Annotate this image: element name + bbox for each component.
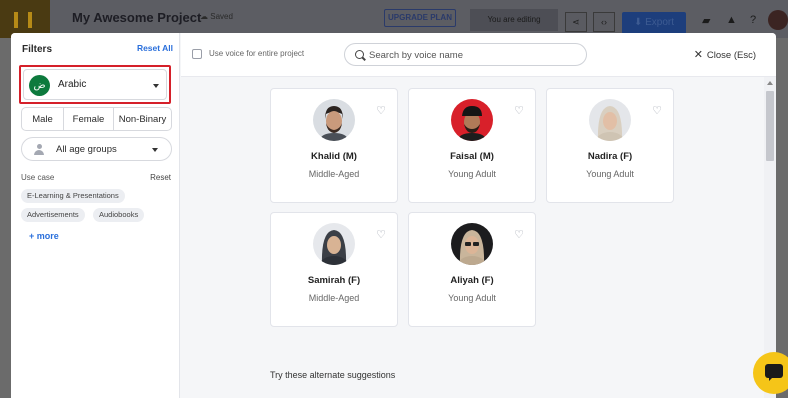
voice-age: Young Adult	[586, 169, 634, 179]
use-case-reset-button[interactable]: Reset	[150, 173, 171, 182]
voice-avatar-samirah	[313, 223, 355, 265]
voice-age: Middle-Aged	[308, 169, 360, 179]
entire-project-label: Use voice for entire project	[209, 49, 305, 58]
reset-all-button[interactable]: Reset All	[137, 43, 173, 53]
saved-status: ☁ Saved	[200, 12, 233, 21]
user-avatar	[768, 10, 788, 30]
entire-project-checkbox[interactable]	[192, 49, 202, 59]
person-icon	[34, 144, 44, 155]
gender-male-button[interactable]: Male	[22, 108, 64, 130]
bell-icon: ▲	[726, 14, 737, 26]
voice-search-input[interactable]	[369, 47, 579, 63]
voice-card[interactable]: ♡ Faisal (M) Young Adult	[408, 88, 536, 203]
comment-icon: ▰	[702, 15, 711, 27]
voice-name: Samirah (F)	[307, 275, 361, 286]
voice-age: Young Adult	[448, 293, 496, 303]
chevron-down-icon	[153, 84, 159, 88]
close-button[interactable]: ✕ Close (Esc)	[694, 48, 756, 61]
scroll-up-arrow-icon[interactable]	[767, 81, 773, 85]
voice-name: Nadira (F)	[587, 151, 633, 162]
search-icon	[355, 50, 364, 59]
saved-label: Saved	[210, 12, 233, 21]
export-label: Export	[645, 17, 675, 28]
use-case-chip[interactable]: Audiobooks	[93, 208, 145, 222]
favorite-heart-icon[interactable]: ♡	[514, 228, 524, 241]
upgrade-plan-button: UPGRADE PLAN	[384, 9, 456, 27]
alternate-suggestions-heading: Try these alternate suggestions	[270, 370, 396, 380]
chat-support-button[interactable]	[753, 352, 788, 394]
age-group-select[interactable]: All age groups	[21, 137, 172, 161]
results-header: Use voice for entire project ✕Close (Esc…	[181, 33, 776, 77]
voice-age: Young Adult	[448, 169, 496, 179]
arabic-flag-icon: ض	[29, 75, 50, 96]
scrollbar-thumb[interactable]	[766, 91, 774, 161]
chat-bubble-icon	[765, 364, 783, 381]
gender-female-button[interactable]: Female	[64, 108, 114, 130]
help-icon: ?	[750, 14, 757, 26]
editing-status: You are editing	[470, 9, 558, 31]
language-label: Arabic	[58, 79, 87, 90]
more-use-cases-link[interactable]: + more	[29, 231, 59, 241]
voice-avatar-nadira	[589, 99, 631, 141]
voice-avatar-aliyah	[451, 223, 493, 265]
voice-name: Faisal (M)	[450, 151, 494, 162]
voice-picker-modal: Filters Reset All ض Arabic Male Female N…	[11, 33, 776, 398]
share-icon: ⋖	[565, 12, 587, 32]
logo-mark-icon	[14, 12, 32, 28]
voice-avatar-khalid	[313, 99, 355, 141]
use-case-chip[interactable]: Advertisements	[21, 208, 85, 222]
language-select[interactable]: ض Arabic	[23, 69, 167, 100]
voice-search	[344, 43, 587, 66]
voice-card[interactable]: ♡ Samirah (F) Middle-Aged	[270, 212, 398, 327]
favorite-heart-icon[interactable]: ♡	[514, 104, 524, 117]
voice-age: Middle-Aged	[308, 293, 360, 303]
use-case-chip[interactable]: E-Learning & Presentations	[21, 189, 125, 203]
voice-card-grid: ♡ Khalid (M) Middle-Aged ♡ Faisal (M) Yo…	[181, 77, 764, 398]
voice-card[interactable]: ♡ Aliyah (F) Young Adult	[408, 212, 536, 327]
filters-title: Filters	[22, 44, 53, 55]
chevron-down-icon	[152, 148, 158, 152]
voice-name: Aliyah (F)	[450, 275, 494, 286]
age-group-label: All age groups	[56, 144, 117, 155]
voice-card[interactable]: ♡ Khalid (M) Middle-Aged	[270, 88, 398, 203]
favorite-heart-icon[interactable]: ♡	[376, 228, 386, 241]
gender-nonbinary-button[interactable]: Non-Binary	[114, 108, 171, 130]
project-title: My Awesome Project	[72, 10, 202, 25]
scrollbar[interactable]	[764, 77, 776, 398]
close-label: Close (Esc)	[706, 50, 756, 61]
filters-sidebar: Filters Reset All ض Arabic Male Female N…	[11, 33, 180, 398]
voice-name: Khalid (M)	[311, 151, 357, 162]
voice-card[interactable]: ♡ Nadira (F) Young Adult	[546, 88, 674, 203]
voice-results-panel: Use voice for entire project ✕Close (Esc…	[181, 33, 776, 398]
voice-avatar-faisal	[451, 99, 493, 141]
export-button: ⬇ Export	[622, 12, 686, 34]
gender-toggle-group: Male Female Non-Binary	[21, 107, 172, 131]
language-select-highlight: ض Arabic	[19, 65, 171, 104]
favorite-heart-icon[interactable]: ♡	[376, 104, 386, 117]
favorite-heart-icon[interactable]: ♡	[652, 104, 662, 117]
use-case-label: Use case	[21, 173, 55, 182]
code-icon: ‹›	[593, 12, 615, 32]
close-icon: ✕	[693, 49, 703, 61]
